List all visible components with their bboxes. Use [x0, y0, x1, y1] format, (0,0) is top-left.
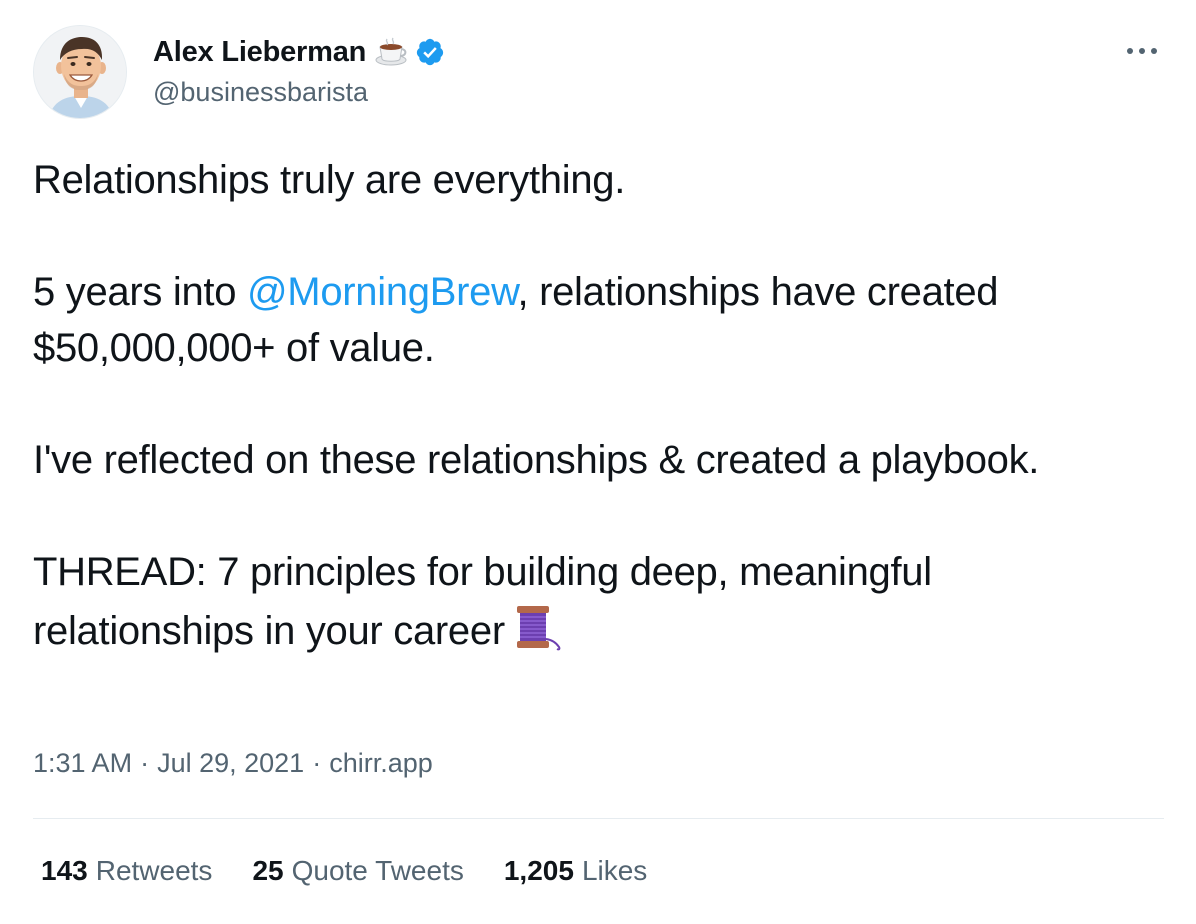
- author-info: Alex Lieberman @businessbarista: [153, 35, 445, 108]
- tweet-text-segment: 5 years into: [33, 270, 247, 314]
- meta-separator: ·: [140, 748, 150, 778]
- tweet-source-link[interactable]: chirr.app: [329, 748, 433, 779]
- divider: [33, 818, 1164, 819]
- thread-spool-icon: [513, 600, 563, 656]
- retweets-count: 143: [41, 855, 88, 886]
- quote-tweets-stat[interactable]: 25 Quote Tweets: [252, 855, 463, 887]
- quote-tweets-label: Quote Tweets: [291, 855, 464, 886]
- tweet-meta: 1:31 AM · Jul 29, 2021 · chirr.app: [33, 748, 433, 779]
- meta-separator: ·: [312, 748, 322, 778]
- more-options-button[interactable]: [1124, 39, 1160, 63]
- tweet-paragraph: Relationships truly are everything.: [33, 158, 626, 202]
- retweets-stat[interactable]: 143 Retweets: [41, 855, 212, 887]
- tweet-text-segment: THREAD: 7 principles for building deep, …: [33, 550, 932, 653]
- name-row: Alex Lieberman: [153, 35, 445, 69]
- tweet-date[interactable]: Jul 29, 2021: [157, 748, 304, 779]
- likes-label: Likes: [581, 855, 648, 886]
- quote-tweets-count: 25: [252, 855, 284, 886]
- tweet-paragraph: THREAD: 7 principles for building deep, …: [33, 544, 1163, 659]
- engagement-stats: 143 Retweets 25 Quote Tweets 1,205 Likes: [41, 855, 687, 887]
- retweets-label: Retweets: [95, 855, 213, 886]
- avatar[interactable]: [33, 25, 127, 119]
- tweet-text: Relationships truly are everything. 5 ye…: [33, 152, 1163, 659]
- more-dots-icon: [1127, 48, 1157, 54]
- avatar-illustration: [34, 26, 126, 118]
- tweet-time[interactable]: 1:31 AM: [33, 748, 132, 779]
- likes-stat[interactable]: 1,205 Likes: [504, 855, 647, 887]
- tweet-paragraph: I've reflected on these relationships & …: [33, 438, 1040, 482]
- likes-count: 1,205: [503, 855, 574, 886]
- tweet-paragraph: 5 years into @MorningBrew, relationships…: [33, 264, 1163, 376]
- author-handle[interactable]: @businessbarista: [153, 77, 445, 108]
- tweet-header: Alex Lieberman @businessbarista: [33, 25, 1166, 121]
- mention-link[interactable]: @MorningBrew: [247, 270, 518, 314]
- coffee-icon: [375, 37, 409, 67]
- verified-badge-icon: [415, 37, 445, 67]
- display-name[interactable]: Alex Lieberman: [153, 36, 366, 69]
- tweet-card: Alex Lieberman @businessbarista Relation…: [0, 0, 1196, 924]
